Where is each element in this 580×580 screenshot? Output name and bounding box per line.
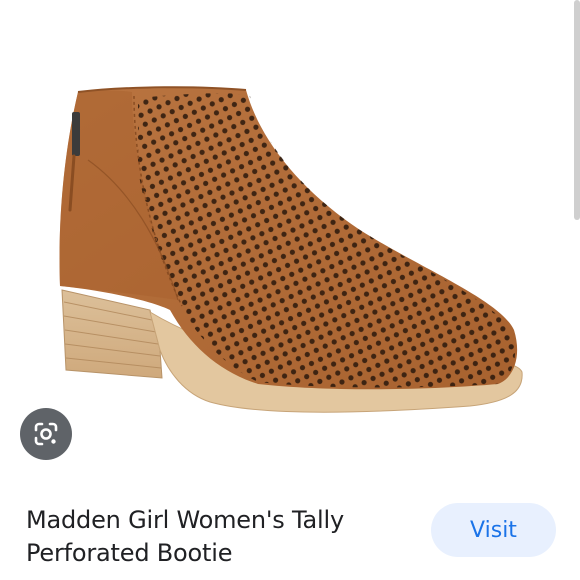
visit-button[interactable]: Visit [431, 503, 556, 557]
google-lens-icon [34, 422, 58, 446]
scrollbar[interactable] [574, 0, 580, 220]
product-image[interactable] [0, 0, 580, 468]
product-title-line-2: Perforated Bootie [26, 539, 233, 567]
google-lens-button[interactable] [20, 408, 72, 460]
product-title[interactable]: Madden Girl Women's Tally Perforated Boo… [26, 504, 406, 570]
ankle-boot-image [59, 86, 523, 413]
product-title-line-1: Madden Girl Women's Tally [26, 506, 344, 534]
